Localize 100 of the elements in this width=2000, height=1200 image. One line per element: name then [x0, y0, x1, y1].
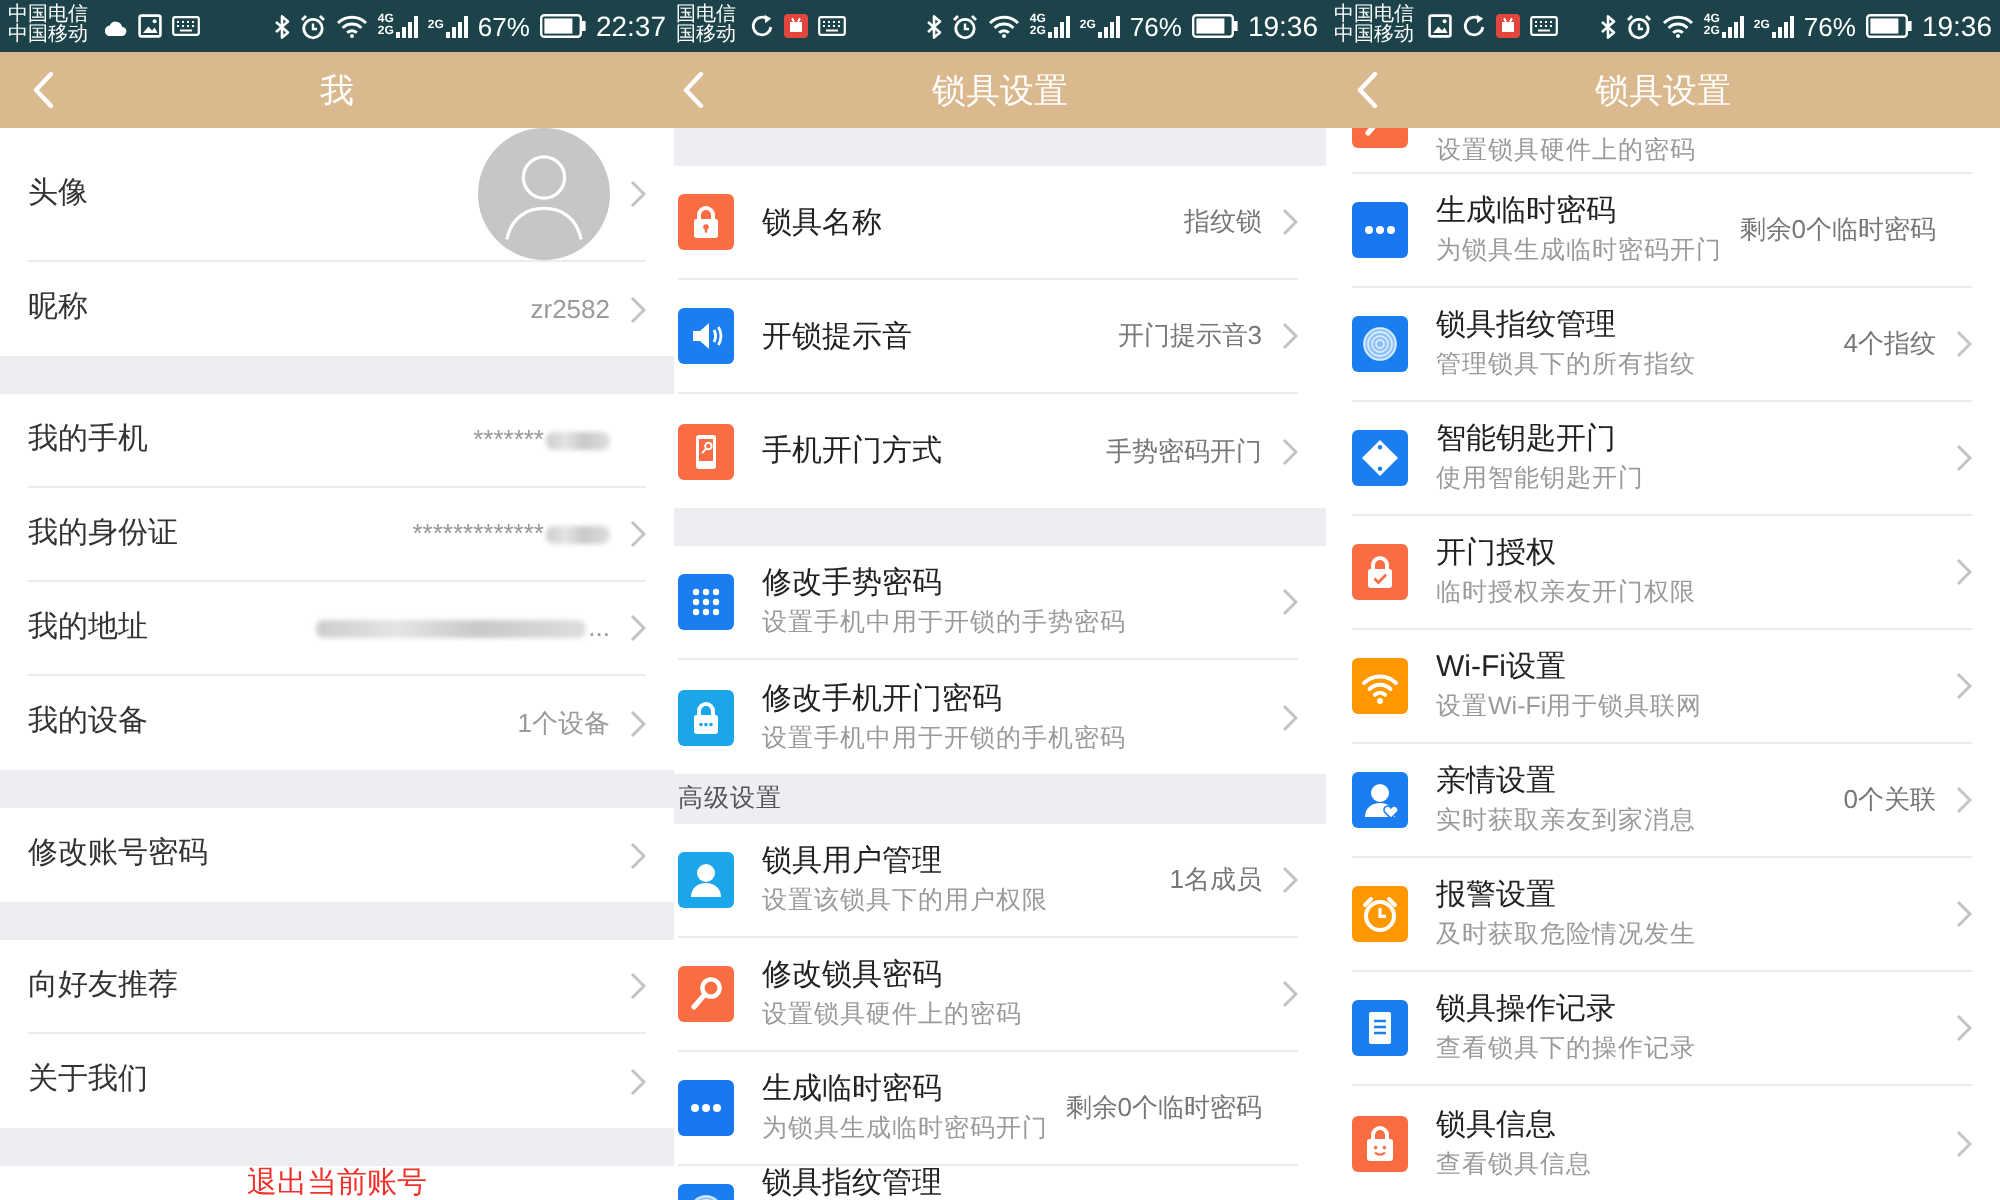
- alarm-clock-icon: [1352, 886, 1408, 942]
- item-title[interactable]: 锁具用户管理: [762, 842, 1170, 880]
- status-time: 22:37: [595, 12, 666, 40]
- row-label[interactable]: 修改账号密码: [28, 832, 610, 878]
- padlock-face-icon: [1352, 1115, 1408, 1171]
- carrier-name: 国移动: [676, 26, 736, 47]
- item-subtitle: 管理锁具下的所有指纹: [1436, 348, 1698, 382]
- keyboard-icon: [172, 16, 200, 36]
- item-title[interactable]: 锁具名称: [762, 203, 1184, 241]
- signal-icon: [1721, 14, 1744, 38]
- signal-icon: [1047, 14, 1070, 38]
- blurred-text: [546, 431, 610, 449]
- item-title[interactable]: 修改手势密码: [762, 564, 1262, 602]
- item-title[interactable]: 报警设置: [1436, 876, 1936, 914]
- alarm-clock-icon: [299, 13, 326, 39]
- row-label[interactable]: 我的手机: [28, 417, 474, 463]
- item-title[interactable]: 锁具操作记录: [1436, 990, 1936, 1028]
- back-icon[interactable]: [1356, 72, 1378, 108]
- signal-icon: [445, 14, 468, 38]
- keyboard-icon: [818, 16, 846, 36]
- field-value: *************: [412, 516, 544, 553]
- item-subtitle: 设置手机中用于开锁的手机密码: [762, 721, 1128, 755]
- sync-icon: [1462, 14, 1486, 38]
- wifi-icon: [335, 14, 368, 38]
- item-subtitle: 设置Wi-Fi用于锁具联网: [1436, 690, 1705, 724]
- item-value: 剩余0个临时密码: [1739, 212, 1936, 249]
- item-title[interactable]: 锁具指纹管理: [1436, 306, 1844, 344]
- item-title[interactable]: 修改手机开门密码: [762, 679, 1262, 717]
- bluetooth-icon: [1599, 13, 1616, 39]
- signal-icon: [1097, 14, 1120, 38]
- fingerprint-icon: [1352, 316, 1408, 372]
- item-subtitle: 为锁具生成临时密码开门: [762, 1112, 1050, 1146]
- item-subtitle: 设置该锁具下的用户权限: [762, 884, 1050, 918]
- item-subtitle: 设置锁具硬件上的密码: [1436, 133, 1698, 167]
- row-label[interactable]: 向好友推荐: [28, 963, 610, 1009]
- blurred-text: [546, 525, 610, 543]
- back-icon[interactable]: [682, 72, 704, 108]
- alarm-clock-icon: [951, 13, 978, 39]
- app-icon: [784, 14, 808, 38]
- item-subtitle: 查看锁具下的操作记录: [1436, 1032, 1698, 1066]
- item-title[interactable]: Wi-Fi设置: [1436, 648, 1936, 686]
- item-title[interactable]: 锁具指纹管理: [762, 1166, 1262, 1200]
- bluetooth-icon: [273, 13, 290, 39]
- item-value: 剩余0个临时密码: [1065, 1090, 1262, 1127]
- item-subtitle: 及时获取危险情况发生: [1436, 918, 1698, 952]
- image-icon: [1428, 14, 1452, 38]
- item-title[interactable]: 智能钥匙开门: [1436, 420, 1936, 458]
- signal-icon: [395, 14, 418, 38]
- item-value: 0个关联: [1843, 782, 1936, 819]
- field-value: ...: [588, 610, 610, 647]
- item-title[interactable]: 锁具信息: [1436, 1105, 1936, 1143]
- field-value: *******: [473, 422, 544, 459]
- row-label[interactable]: 关于我们: [28, 1058, 610, 1104]
- item-title[interactable]: 生成临时密码: [1436, 192, 1740, 230]
- carrier-name: 国电信: [676, 5, 736, 25]
- item-title[interactable]: 手机开门方式: [762, 432, 1106, 470]
- avatar-placeholder[interactable]: [478, 128, 610, 260]
- wifi-icon: [1661, 14, 1694, 38]
- header-title: 锁具设置: [932, 73, 1068, 107]
- carrier-name: 中国电信: [8, 5, 88, 25]
- signal-icon: [1771, 14, 1794, 38]
- row-label[interactable]: 我的地址: [28, 605, 317, 651]
- field-value: 1个设备: [517, 705, 610, 742]
- item-subtitle: 查看锁具信息: [1436, 1147, 1594, 1181]
- wifi-icon: [987, 14, 1020, 38]
- item-subtitle: 为锁具生成临时密码开门: [1436, 234, 1724, 268]
- carrier-name: 中国电信: [1334, 5, 1414, 25]
- section-heading: 高级设置: [678, 786, 782, 812]
- row-label[interactable]: 头像: [28, 171, 478, 217]
- item-title[interactable]: 修改锁具密码: [762, 956, 1262, 994]
- dots-icon: [1352, 202, 1408, 258]
- item-title[interactable]: 开门授权: [1436, 534, 1936, 572]
- image-icon: [138, 14, 162, 38]
- item-title[interactable]: 亲情设置: [1436, 762, 1844, 800]
- item-subtitle: 临时授权亲友开门权限: [1436, 576, 1698, 610]
- header-title: 锁具设置: [1595, 73, 1731, 107]
- row-label[interactable]: 我的身份证: [28, 511, 413, 557]
- battery-icon: [539, 14, 586, 38]
- battery-percentage: 67%: [477, 13, 530, 39]
- carrier-name: 中国移动: [1334, 26, 1414, 47]
- battery-percentage: 76%: [1803, 13, 1856, 39]
- battery-icon: [1191, 14, 1238, 38]
- item-title[interactable]: 生成临时密码: [762, 1070, 1066, 1108]
- item-value: 指纹锁: [1184, 204, 1262, 241]
- row-label[interactable]: 我的设备: [28, 700, 518, 746]
- battery-icon: [1865, 14, 1912, 38]
- bluetooth-icon: [925, 13, 942, 39]
- status-time: 19:36: [1247, 12, 1318, 40]
- logout-button[interactable]: 退出当前账号: [0, 1166, 674, 1200]
- item-title[interactable]: 开锁提示音: [762, 317, 1118, 355]
- padlock-check-icon: [1352, 544, 1408, 600]
- item-value: 1名成员: [1169, 862, 1262, 899]
- app-icon: [1496, 14, 1520, 38]
- row-label[interactable]: 昵称: [28, 286, 531, 332]
- keyboard-icon: [1530, 16, 1558, 36]
- alarm-clock-icon: [1625, 13, 1652, 39]
- item-value: 开门提示音3: [1117, 318, 1262, 355]
- sync-icon: [750, 14, 774, 38]
- back-icon[interactable]: [32, 72, 54, 108]
- item-value: 4个指纹: [1843, 326, 1936, 363]
